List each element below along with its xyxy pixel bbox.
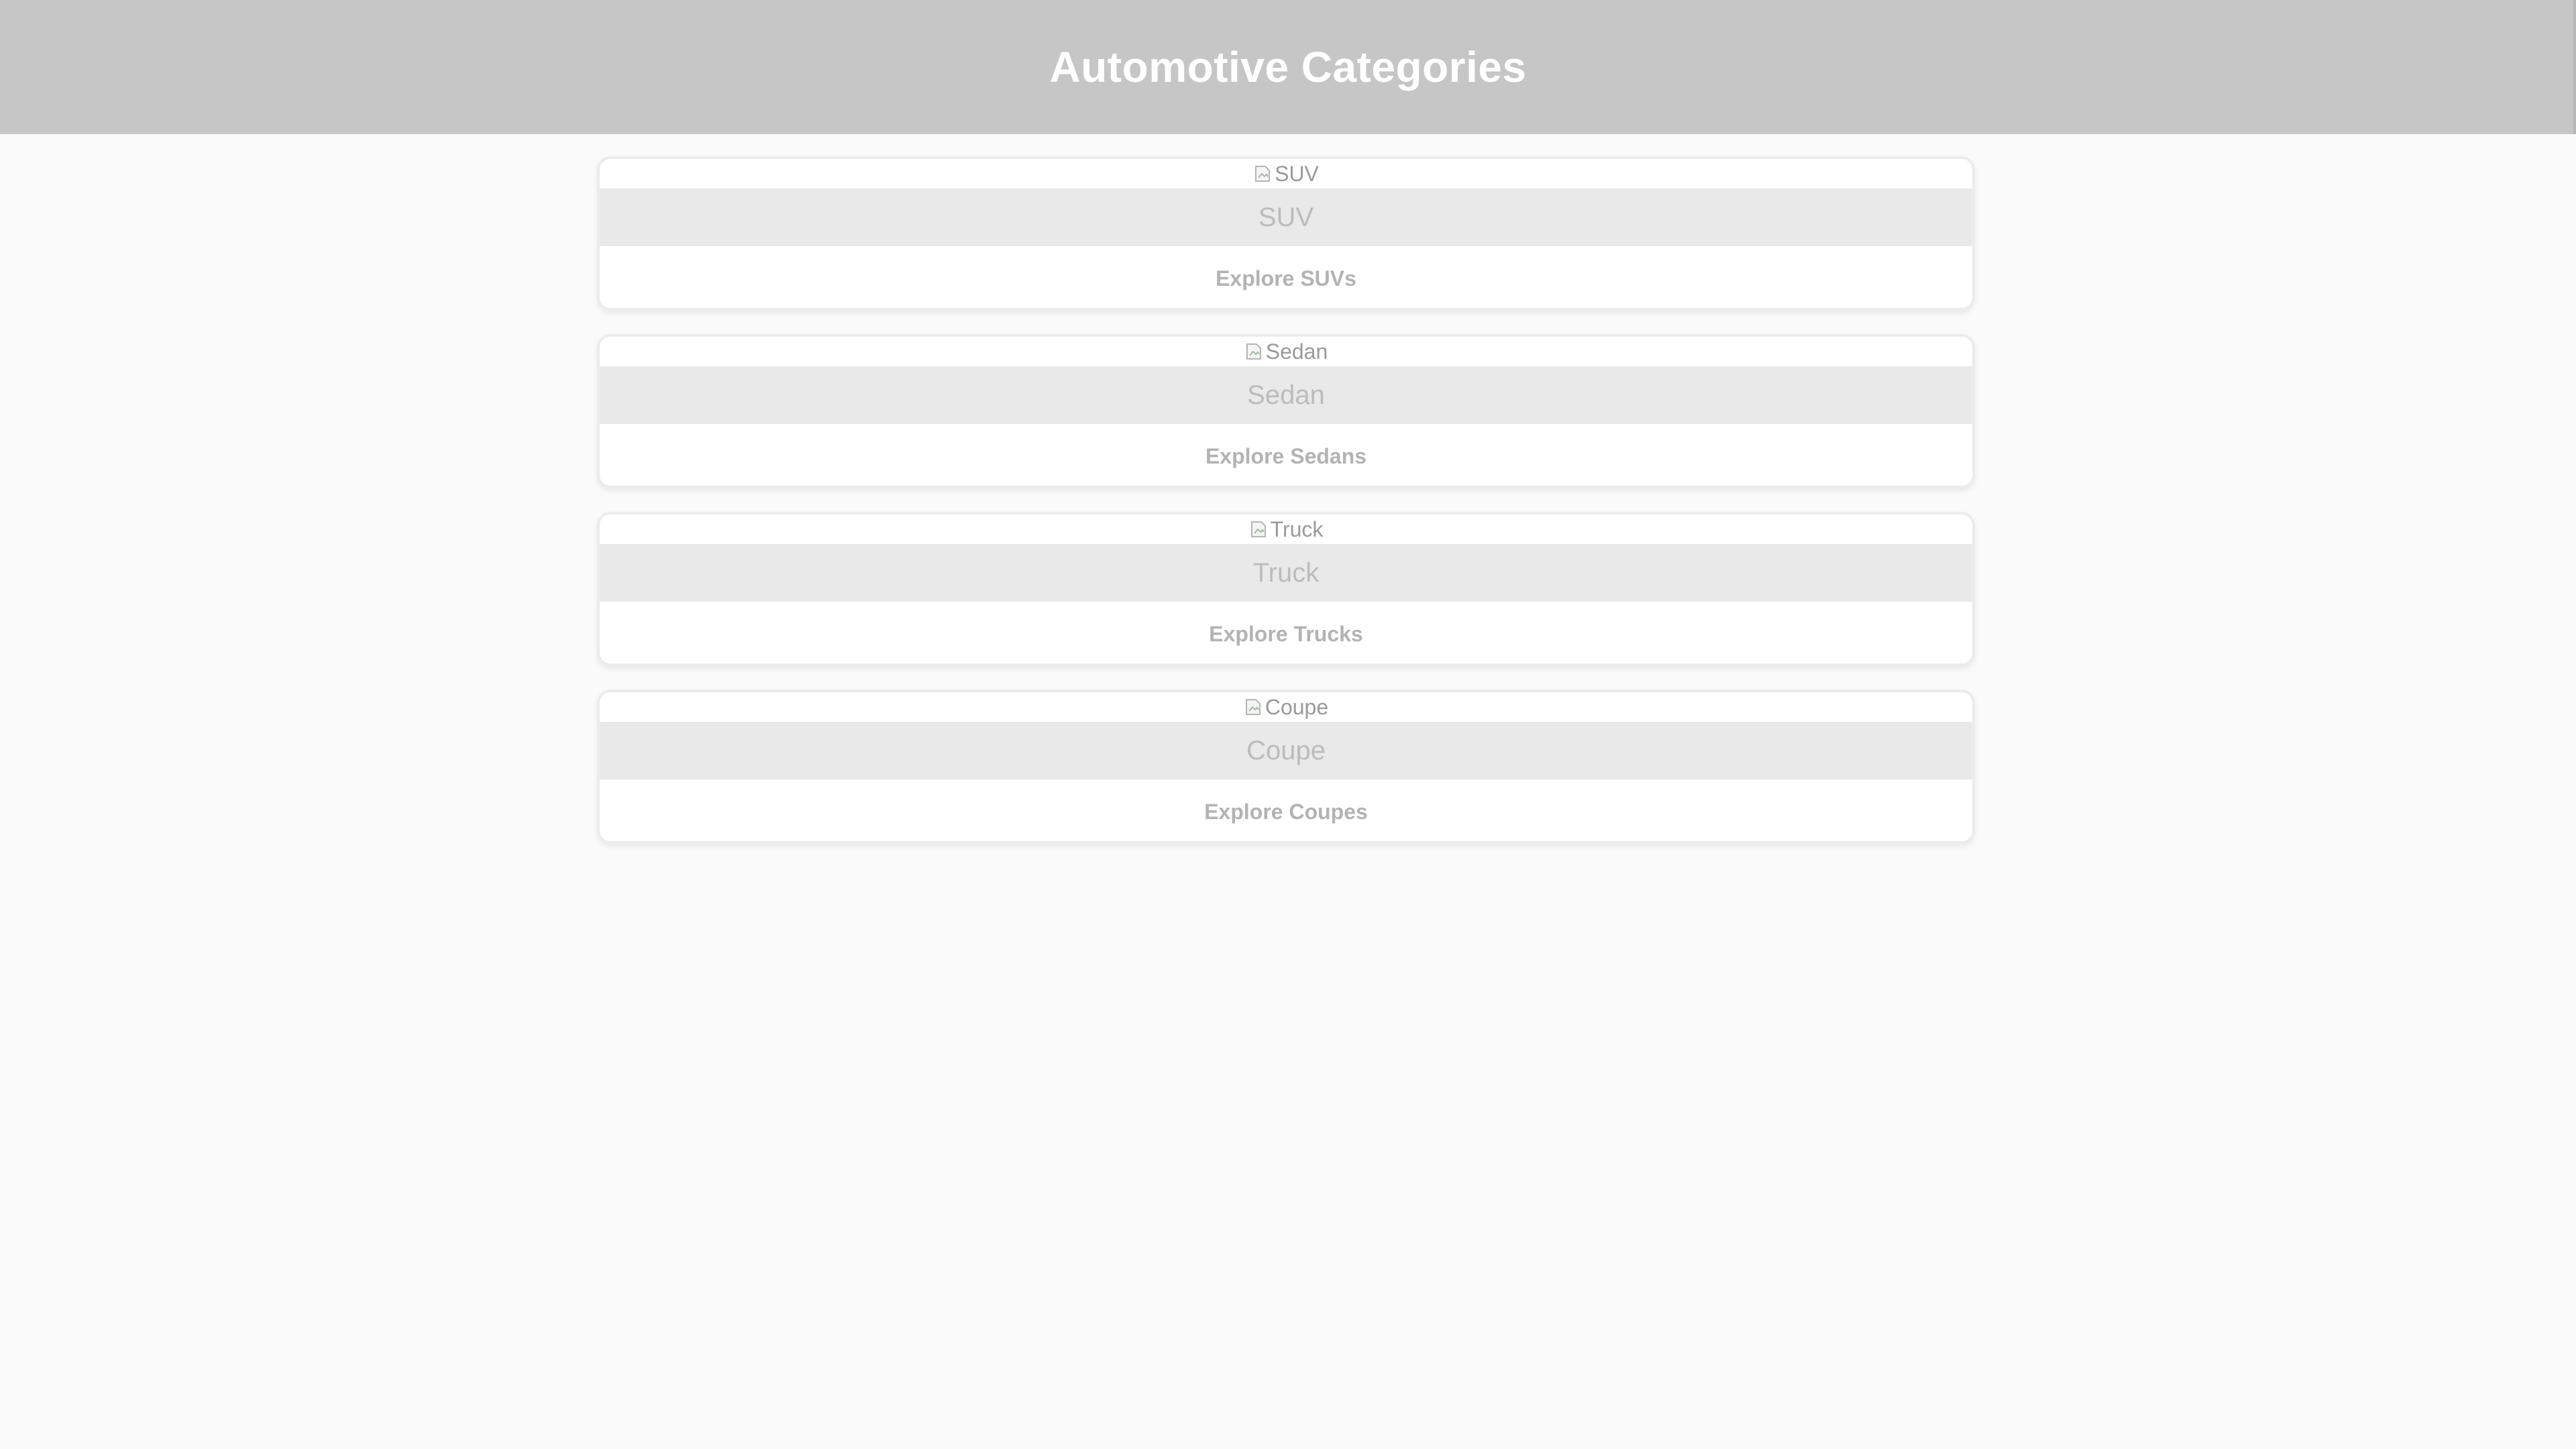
explore-suvs-link[interactable]: Explore SUVs (600, 246, 1972, 308)
category-image: Sedan (600, 337, 1972, 366)
category-image: Coupe (600, 692, 1972, 722)
explore-trucks-link[interactable]: Explore Trucks (600, 602, 1972, 663)
explore-sedans-link[interactable]: Explore Sedans (600, 424, 1972, 486)
category-card-suv: SUV SUV Explore SUVs (597, 156, 1975, 311)
broken-image-icon (1244, 342, 1263, 361)
category-image-alt: Sedan (1265, 339, 1328, 364)
category-name: SUV (600, 189, 1972, 246)
broken-image-icon (1253, 164, 1272, 183)
category-name: Coupe (600, 722, 1972, 780)
category-card-truck: Truck Truck Explore Trucks (597, 512, 1975, 666)
category-list: SUV SUV Explore SUVs Sedan Sedan Explore… (597, 156, 1975, 867)
category-card-sedan: Sedan Sedan Explore Sedans (597, 334, 1975, 488)
page-header: Automotive Categories (0, 0, 2576, 134)
page-title: Automotive Categories (1049, 43, 1527, 91)
window-edge (2573, 0, 2576, 134)
category-image-alt: SUV (1275, 161, 1319, 186)
category-image-alt: Coupe (1265, 694, 1329, 719)
category-image-alt: Truck (1270, 517, 1324, 541)
explore-coupes-link[interactable]: Explore Coupes (600, 780, 1972, 841)
category-card-coupe: Coupe Coupe Explore Coupes (597, 690, 1975, 844)
broken-image-icon (1244, 698, 1263, 716)
category-image: Truck (600, 515, 1972, 544)
category-name: Sedan (600, 366, 1972, 424)
broken-image-icon (1249, 520, 1268, 539)
category-name: Truck (600, 544, 1972, 602)
category-image: SUV (600, 159, 1972, 189)
